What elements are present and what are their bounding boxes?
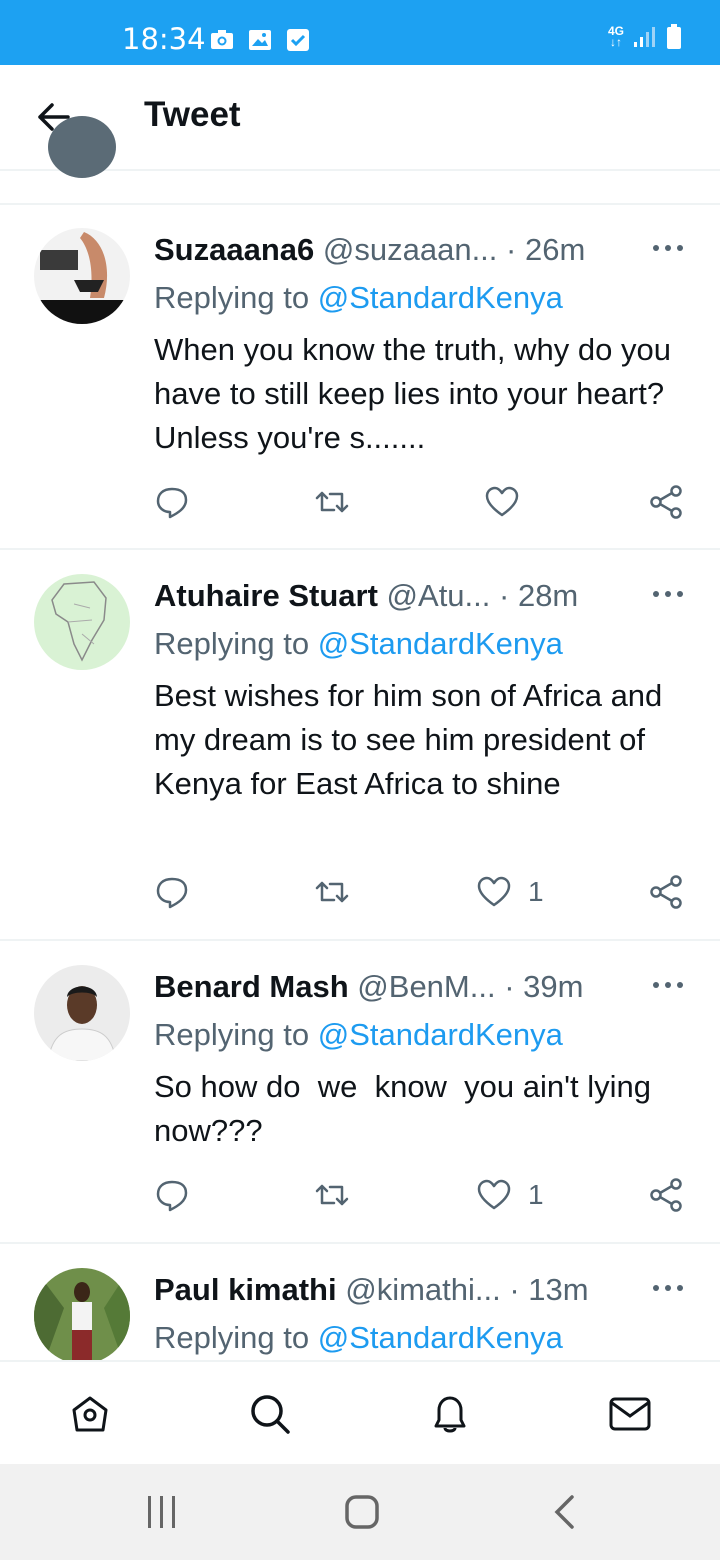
search-icon[interactable] <box>246 1390 294 1438</box>
avatar[interactable] <box>34 1268 130 1360</box>
like-button[interactable]: 1 <box>476 1177 544 1213</box>
heart-icon <box>477 1179 511 1210</box>
share-button[interactable] <box>648 484 684 520</box>
replying-to: Replying to @StandardKenya <box>154 280 563 315</box>
reply-icon <box>156 877 188 909</box>
mention-link[interactable]: @StandardKenya <box>318 1320 563 1355</box>
replying-to: Replying to @StandardKenya <box>154 626 563 661</box>
tweet-time: · 28m <box>499 578 579 613</box>
recent-apps-icon[interactable] <box>146 1494 178 1530</box>
share-button[interactable] <box>648 874 684 910</box>
home-button-icon[interactable] <box>344 1494 380 1530</box>
user-name[interactable]: Paul kimathi <box>154 1272 337 1307</box>
bottom-navigation <box>0 1360 720 1466</box>
system-navigation <box>0 1464 720 1560</box>
messages-icon[interactable] <box>606 1390 654 1438</box>
tweet-actions: 1 <box>154 874 694 914</box>
retweet-button[interactable] <box>314 874 350 910</box>
avatar[interactable] <box>34 965 130 1061</box>
status-time: 18:34 <box>122 22 206 56</box>
user-name[interactable]: Suzaaana6 <box>154 232 314 267</box>
user-handle[interactable]: @suzaaan... <box>323 232 498 267</box>
user-handle[interactable]: @BenM... <box>357 969 495 1004</box>
heart-icon <box>477 876 511 907</box>
gallery-icon <box>249 30 271 50</box>
tweet-time: · 13m <box>509 1272 589 1307</box>
replying-to: Replying to @StandardKenya <box>154 1320 563 1355</box>
mention-link[interactable]: @StandardKenya <box>318 280 563 315</box>
reply-icon <box>156 487 188 519</box>
tweet-header: Benard Mash @BenM... · 39m <box>154 969 583 1005</box>
tweet-actions: 1 <box>154 1177 694 1217</box>
status-right: 4G ↓↑ <box>608 24 682 50</box>
more-options-icon[interactable] <box>652 588 684 600</box>
reply-button[interactable] <box>154 874 190 910</box>
signal-icon <box>634 27 655 47</box>
retweet-icon <box>315 491 349 513</box>
reply-button[interactable] <box>154 484 190 520</box>
user-handle[interactable]: @Atu... <box>387 578 491 613</box>
like-button[interactable] <box>484 484 536 520</box>
tweet-text: So how do we know you ain't lying now??? <box>154 1069 660 1148</box>
check-icon <box>287 29 309 51</box>
like-count: 1 <box>528 876 544 907</box>
avatar[interactable] <box>34 228 130 324</box>
reply-icon <box>156 1180 188 1212</box>
share-icon <box>650 485 682 519</box>
user-name[interactable]: Benard Mash <box>154 969 349 1004</box>
tweet-text: When you know the truth, why do you have… <box>154 332 671 455</box>
tweet[interactable]: Paul kimathi @kimathi... · 13m Replying … <box>0 1244 720 1360</box>
mention-link[interactable]: @StandardKenya <box>318 1017 563 1052</box>
tweet-header: Atuhaire Stuart @Atu... · 28m <box>154 578 578 614</box>
share-button[interactable] <box>648 1177 684 1213</box>
share-icon <box>650 1178 682 1212</box>
more-options-icon[interactable] <box>652 242 684 254</box>
camera-icon <box>211 30 233 49</box>
replying-to: Replying to @StandardKenya <box>154 1017 563 1052</box>
tweet-header: Paul kimathi @kimathi... · 13m <box>154 1272 589 1308</box>
user-handle[interactable]: @kimathi... <box>345 1272 501 1307</box>
tweet[interactable]: Atuhaire Stuart @Atu... · 28m Replying t… <box>0 550 720 941</box>
like-button[interactable]: 1 <box>476 874 544 910</box>
retweet-button[interactable] <box>314 484 350 520</box>
tweet-time: · 26m <box>506 232 586 267</box>
home-icon[interactable] <box>66 1390 114 1438</box>
tweet[interactable]: Suzaaana6 @suzaaan... · 26m Replying to … <box>0 204 720 550</box>
retweet-icon <box>315 1184 349 1206</box>
retweet-icon <box>315 881 349 903</box>
network-type: 4G ↓↑ <box>607 24 624 49</box>
more-options-icon[interactable] <box>652 1282 684 1294</box>
page-title: Tweet <box>144 95 241 134</box>
avatar[interactable] <box>34 574 130 670</box>
previous-tweet-edge <box>0 116 720 205</box>
tweet-time: · 39m <box>504 969 584 1004</box>
tweet[interactable]: Benard Mash @BenM... · 39m Replying to @… <box>0 941 720 1244</box>
more-options-icon[interactable] <box>652 979 684 991</box>
user-name[interactable]: Atuhaire Stuart <box>154 578 378 613</box>
status-bar: 18:34 4G ↓↑ <box>0 0 720 65</box>
tweet-text: Best wishes for him son of Africa and my… <box>154 678 663 801</box>
replies-feed[interactable]: Suzaaana6 @suzaaan... · 26m Replying to … <box>0 204 720 1360</box>
tweet-header: Suzaaana6 @suzaaan... · 26m <box>154 232 585 268</box>
back-icon[interactable] <box>552 1494 576 1530</box>
share-icon <box>650 875 682 909</box>
notifications-icon[interactable] <box>426 1390 474 1438</box>
like-count: 1 <box>528 1179 544 1210</box>
avatar[interactable] <box>48 116 116 178</box>
reply-button[interactable] <box>154 1177 190 1213</box>
tweet-actions <box>154 484 694 524</box>
mention-link[interactable]: @StandardKenya <box>318 626 563 661</box>
retweet-button[interactable] <box>314 1177 350 1213</box>
heart-icon <box>485 486 519 517</box>
battery-icon <box>667 24 681 49</box>
